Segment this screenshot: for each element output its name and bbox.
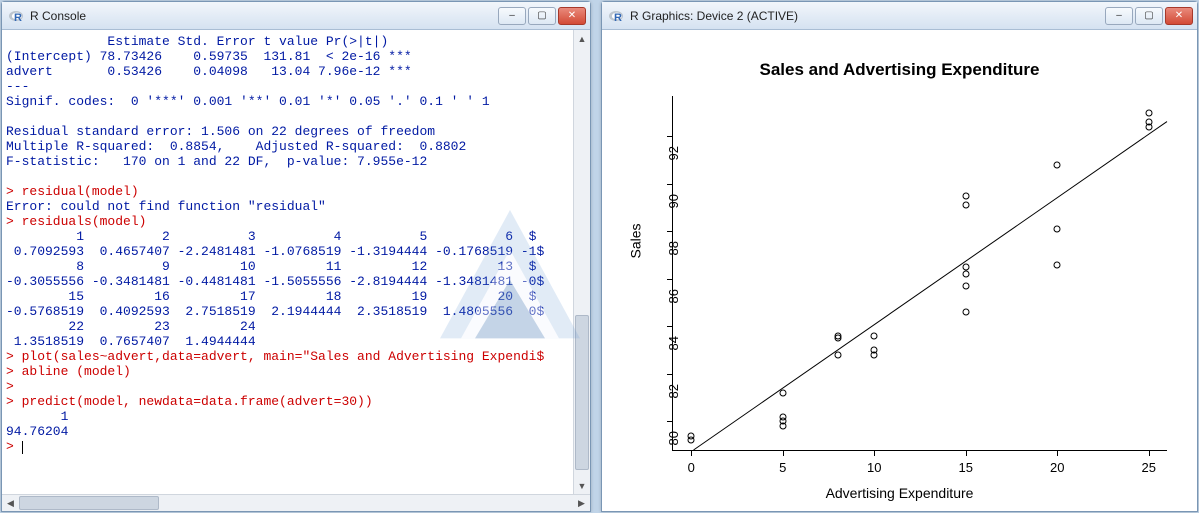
minimize-button[interactable]: – [498,7,526,25]
scroll-right-icon[interactable]: ▶ [573,496,590,511]
data-point [962,283,969,290]
scroll-up-icon[interactable]: ▲ [575,30,590,47]
y-tick-label: 86 [666,279,681,303]
y-tick-label: 84 [666,326,681,350]
y-tick-label: 88 [666,231,681,255]
y-tick-label: 92 [666,136,681,160]
console-hscrollbar[interactable]: ◀ ▶ [2,494,590,511]
svg-text:R: R [614,12,622,24]
r-icon: R [8,8,24,24]
data-point [962,192,969,199]
data-point [1145,109,1152,116]
data-point [962,264,969,271]
data-point [1054,226,1061,233]
graphics-title: R Graphics: Device 2 (ACTIVE) [630,9,1105,23]
y-tick-label: 82 [666,374,681,398]
y-tick-label: 80 [666,421,681,445]
data-point [871,332,878,339]
console-vscrollbar[interactable]: ▲ ▼ [573,30,590,494]
scroll-left-icon[interactable]: ◀ [2,496,19,511]
maximize-button[interactable]: ▢ [528,7,556,25]
r-icon: R [608,8,624,24]
data-point [1054,161,1061,168]
console-output[interactable]: Estimate Std. Error t value Pr(>|t|) (In… [2,30,573,494]
scroll-down-icon[interactable]: ▼ [575,477,590,494]
maximize-button[interactable]: ▢ [1135,7,1163,25]
x-axis-label: Advertising Expenditure [602,485,1197,501]
console-title: R Console [30,9,498,23]
y-axis-label: Sales [618,30,653,451]
data-point [962,309,969,316]
console-titlebar[interactable]: R R Console – ▢ ✕ [2,2,590,30]
plot-area: 808284868890920510152025 [672,96,1167,451]
r-console-window: R R Console – ▢ ✕ Estimate Std. Error t … [1,1,591,512]
regression-line [673,96,1167,450]
data-point [779,423,786,430]
r-graphics-window: R R Graphics: Device 2 (ACTIVE) – ▢ ✕ Sa… [601,1,1198,512]
data-point [962,202,969,209]
data-point [962,271,969,278]
chart-title: Sales and Advertising Expenditure [602,60,1197,80]
data-point [834,332,841,339]
data-point [1054,261,1061,268]
close-button[interactable]: ✕ [1165,7,1193,25]
data-point [688,437,695,444]
data-point [871,351,878,358]
hscroll-thumb[interactable] [19,496,159,510]
data-point [834,351,841,358]
scroll-thumb[interactable] [575,315,589,470]
data-point [1145,119,1152,126]
data-point [779,389,786,396]
svg-text:R: R [14,12,22,24]
y-tick-label: 90 [666,184,681,208]
minimize-button[interactable]: – [1105,7,1133,25]
plot-canvas: Sales and Advertising Expenditure Sales … [602,30,1197,511]
close-button[interactable]: ✕ [558,7,586,25]
graphics-titlebar[interactable]: R R Graphics: Device 2 (ACTIVE) – ▢ ✕ [602,2,1197,30]
